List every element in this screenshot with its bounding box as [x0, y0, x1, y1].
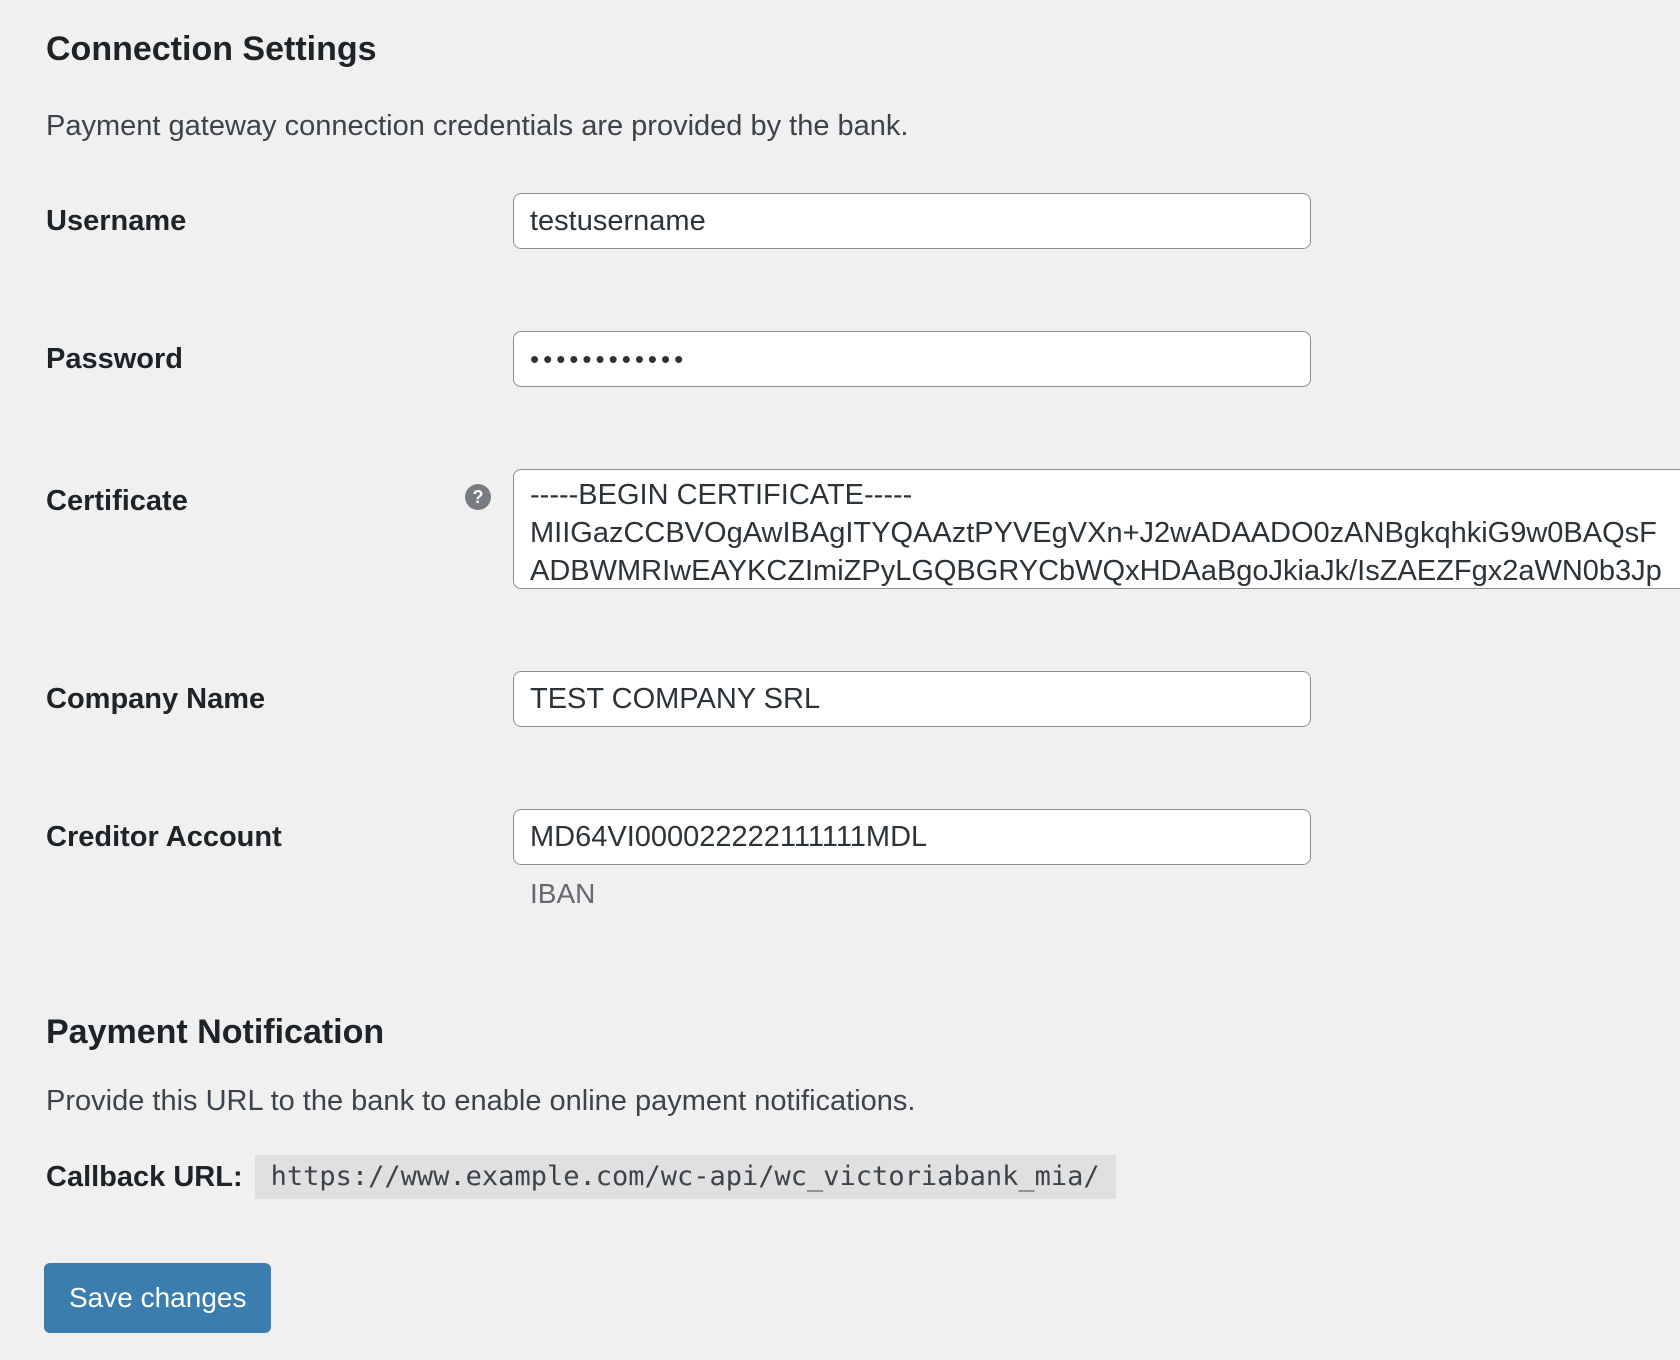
- certificate-field-cell: -----BEGIN CERTIFICATE----- MIIGazCCBVOg…: [513, 469, 1680, 589]
- payment-notification-section: Payment Notification Provide this URL to…: [46, 1011, 1680, 1199]
- company-name-field-cell: [513, 671, 1680, 727]
- payment-notification-description: Provide this URL to the bank to enable o…: [46, 1083, 1680, 1119]
- creditor-account-field-cell: IBAN: [513, 809, 1680, 911]
- username-input[interactable]: [513, 193, 1311, 249]
- settings-page: Connection Settings Payment gateway conn…: [0, 0, 1680, 1333]
- creditor-account-description: IBAN: [530, 877, 1680, 911]
- username-field-cell: [513, 193, 1680, 249]
- certificate-textarea[interactable]: -----BEGIN CERTIFICATE----- MIIGazCCBVOg…: [513, 469, 1680, 589]
- company-name-label: Company Name: [46, 671, 513, 727]
- payment-notification-title: Payment Notification: [46, 1011, 1680, 1053]
- username-row: Username: [46, 193, 1680, 249]
- connection-settings-title: Connection Settings: [46, 28, 1680, 70]
- certificate-label: Certificate: [46, 484, 188, 518]
- label-spacer: [188, 484, 465, 518]
- save-changes-button[interactable]: Save changes: [44, 1263, 271, 1333]
- creditor-account-input[interactable]: [513, 809, 1311, 865]
- company-name-input[interactable]: [513, 671, 1311, 727]
- creditor-account-row: Creditor Account IBAN: [46, 809, 1680, 911]
- callback-url-label: Callback URL:: [46, 1161, 243, 1194]
- creditor-account-label: Creditor Account: [46, 809, 513, 865]
- question-mark-icon[interactable]: ?: [465, 484, 491, 510]
- connection-settings-form: Username Password Certificate ? ----: [46, 193, 1680, 911]
- connection-settings-description: Payment gateway connection credentials a…: [46, 108, 1680, 144]
- certificate-label-cell: Certificate ?: [46, 469, 513, 518]
- callback-url-row: Callback URL: https://www.example.com/wc…: [46, 1155, 1680, 1199]
- company-name-row: Company Name: [46, 671, 1680, 727]
- certificate-row: Certificate ? -----BEGIN CERTIFICATE----…: [46, 469, 1680, 589]
- callback-url-value: https://www.example.com/wc-api/wc_victor…: [255, 1155, 1116, 1199]
- connection-settings-section: Connection Settings Payment gateway conn…: [46, 28, 1680, 911]
- username-label: Username: [46, 193, 513, 249]
- password-input[interactable]: [513, 331, 1311, 387]
- password-field-cell: [513, 331, 1680, 387]
- password-row: Password: [46, 331, 1680, 387]
- password-label: Password: [46, 331, 513, 387]
